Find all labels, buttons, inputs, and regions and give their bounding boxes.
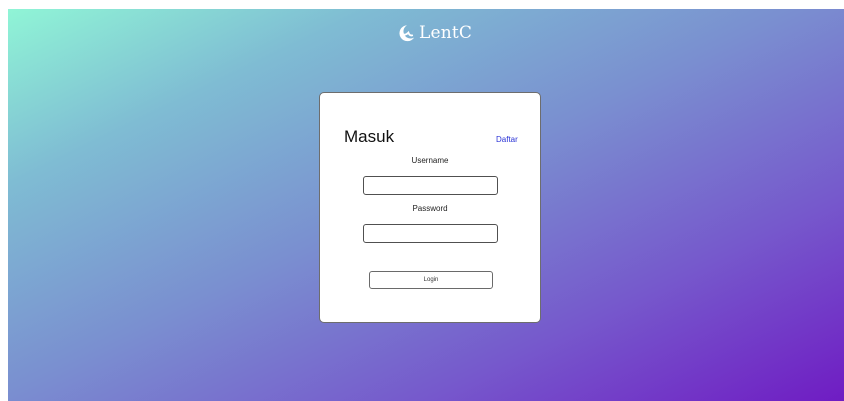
password-input[interactable] xyxy=(363,224,498,243)
login-button[interactable]: Login xyxy=(369,271,493,289)
password-label: Password xyxy=(412,204,448,213)
login-card: Masuk Daftar Username Password Login xyxy=(319,92,541,323)
card-title: Masuk xyxy=(344,127,395,146)
username-input[interactable] xyxy=(363,176,498,195)
moon-icon xyxy=(399,25,415,42)
brand-logo: LentC xyxy=(396,23,472,43)
page-background: LentC Masuk Daftar Username Password Log… xyxy=(8,9,844,401)
register-link[interactable]: Daftar xyxy=(496,135,518,144)
username-label: Username xyxy=(411,156,449,165)
brand-name: LentC xyxy=(419,23,473,43)
